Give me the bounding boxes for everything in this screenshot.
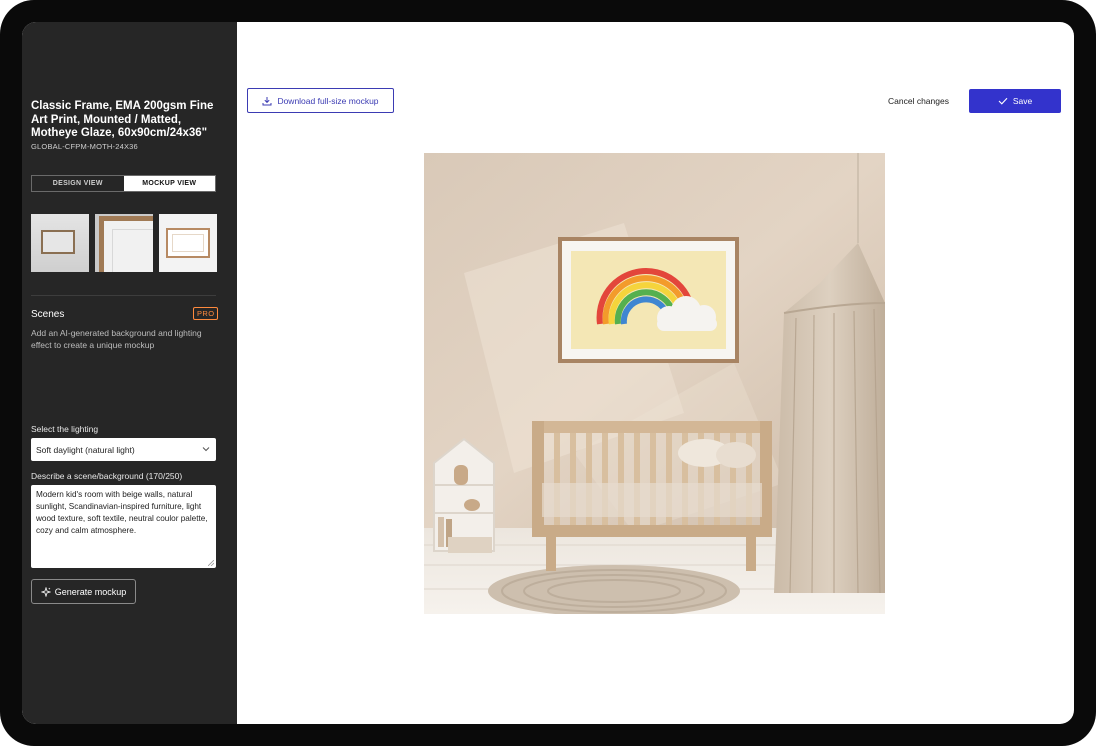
device-bezel: Classic Frame, EMA 200gsm Fine Art Print… (0, 0, 1096, 746)
download-icon (262, 96, 272, 105)
download-mockup-label: Download full-size mockup (277, 95, 379, 106)
cancel-changes-button[interactable]: Cancel changes (888, 96, 949, 106)
download-mockup-button[interactable]: Download full-size mockup (247, 88, 394, 113)
product-title: Classic Frame, EMA 200gsm Fine Art Print… (31, 100, 214, 139)
sparkle-icon (40, 586, 51, 597)
app-screen: Classic Frame, EMA 200gsm Fine Art Print… (22, 22, 1074, 724)
scene-description-text: Modern kid's room with beige walls, natu… (36, 490, 208, 535)
view-toggle: DESIGN VIEW MOCKUP VIEW (31, 175, 216, 192)
frame-flat-thumbnail[interactable] (159, 214, 217, 272)
generate-mockup-label: Generate mockup (54, 586, 127, 597)
check-icon (998, 97, 1008, 105)
frame-closeup-thumbnail[interactable] (95, 214, 153, 272)
sidebar: Classic Frame, EMA 200gsm Fine Art Print… (22, 22, 237, 724)
resize-handle-icon[interactable] (208, 560, 214, 566)
design-view-tab[interactable]: DESIGN VIEW (32, 176, 124, 191)
chevron-down-icon (202, 447, 210, 452)
wall-frame-thumbnail[interactable] (31, 214, 89, 272)
nursery-room-scene (424, 153, 885, 614)
generate-mockup-button[interactable]: Generate mockup (31, 579, 136, 604)
lighting-select[interactable]: Soft daylight (natural light) (31, 438, 216, 461)
sidebar-divider (31, 295, 216, 296)
save-label: Save (1012, 96, 1033, 106)
scene-description-textarea[interactable]: Modern kid's room with beige walls, natu… (31, 485, 216, 568)
mockup-preview-image (424, 153, 885, 614)
scene-description-label: Describe a scene/background (170/250) (31, 471, 183, 481)
pro-badge: PRO (193, 307, 219, 320)
lighting-label: Select the lighting (31, 424, 99, 434)
scenes-heading: Scenes (31, 309, 65, 320)
scenes-description: Add an AI-generated background and light… (31, 328, 202, 350)
lighting-selected-value: Soft daylight (natural light) (36, 444, 135, 455)
save-button[interactable]: Save (969, 89, 1061, 113)
product-sku: GLOBAL-CFPM-MOTH-24X36 (31, 142, 138, 151)
mockup-thumbnails (31, 214, 217, 272)
mockup-view-tab[interactable]: MOCKUP VIEW (123, 176, 215, 191)
